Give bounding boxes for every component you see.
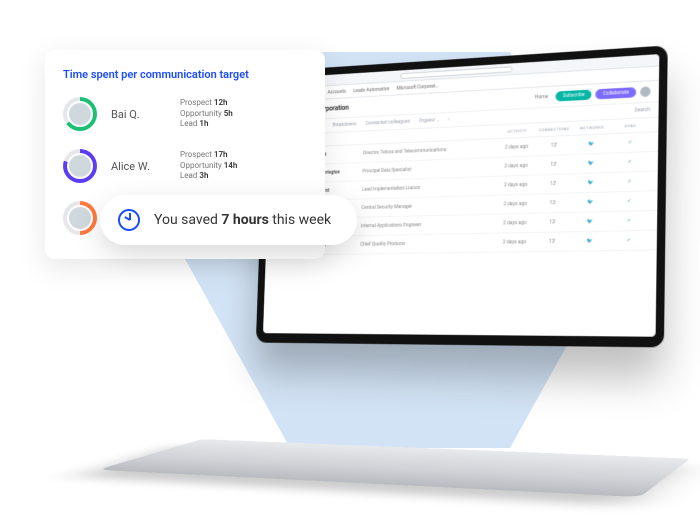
comm-row: Alice W. Prospect 17hOpportunity 14hLead …	[63, 149, 307, 183]
tab-accounts[interactable]: Accounts	[328, 88, 347, 95]
comm-name: Bai Q.	[111, 108, 166, 121]
subtab-colleagues[interactable]: Connected colleagues	[365, 119, 410, 127]
subscribe-button[interactable]: Subscribe	[556, 90, 592, 102]
comm-stats: Prospect 12hOpportunity 5hLead 1h	[180, 98, 233, 129]
row-role: Lead Implementation Liaison	[362, 183, 497, 193]
avatar[interactable]	[640, 86, 650, 97]
row-activity: 2 days ago	[498, 143, 535, 150]
collaborate-button[interactable]: Collaborate	[596, 87, 636, 99]
comm-row: Bai Q. Prospect 12hOpportunity 5hLead 1h	[63, 97, 307, 131]
search-input[interactable]: Search	[634, 107, 650, 114]
subtab-organiz[interactable]: Organiz...	[419, 117, 439, 124]
col-networks: NETWORKS	[573, 124, 611, 131]
twitter-icon: 🐦	[572, 179, 610, 186]
row-connections: 12	[535, 142, 573, 150]
row-role: Principal Data Specialist	[362, 164, 497, 175]
laptop-keyboard	[98, 439, 691, 497]
check-icon: ✓	[610, 178, 649, 185]
comm-stats: Prospect 17hOpportunity 14hLead 3h	[180, 150, 237, 181]
row-activity: 2 days ago	[497, 182, 534, 189]
avatar-ring	[63, 149, 97, 183]
twitter-icon: 🐦	[572, 140, 610, 148]
saved-hours-pill: You saved 7 hours this week	[100, 195, 357, 245]
avatar-ring	[63, 201, 97, 235]
check-icon: ✓	[609, 237, 648, 244]
twitter-icon: 🐦	[572, 160, 610, 167]
row-role: Central Security Manager	[361, 202, 497, 211]
avatar	[67, 101, 93, 127]
avatar	[67, 205, 93, 231]
row-role: Director, Telcos and Telecommunications	[363, 145, 498, 156]
row-activity: 2 days ago	[498, 162, 535, 169]
row-activity: 2 days ago	[496, 239, 533, 246]
subtab-breakdowns[interactable]: Breakdowns	[332, 121, 356, 128]
twitter-icon: 🐦	[571, 199, 610, 206]
home-link[interactable]: Home	[535, 94, 548, 101]
clock-icon	[118, 209, 140, 231]
col-sync: SYNC	[611, 122, 650, 129]
check-icon: ✓	[610, 158, 649, 166]
row-connections: 12	[533, 238, 571, 245]
row-connections: 12	[534, 161, 572, 168]
saved-text: You saved 7 hours this week	[154, 212, 331, 228]
row-role: Chief Quality Producer	[360, 240, 496, 248]
col-connections: CONNECTIONS	[535, 126, 573, 133]
row-connections: 12	[534, 180, 572, 187]
tab-leads[interactable]: Leads Automation	[353, 86, 389, 94]
twitter-icon: 🐦	[571, 218, 610, 225]
comm-card-title: Time spent per communication target	[63, 68, 307, 81]
row-role: Internal Applications Engineer	[361, 221, 497, 230]
row-activity: 2 days ago	[496, 220, 533, 227]
check-icon: ✓	[609, 217, 648, 224]
avatar	[67, 153, 93, 179]
chevron-right-icon[interactable]: ›	[448, 117, 450, 123]
twitter-icon: 🐦	[571, 238, 610, 245]
check-icon: ✓	[611, 139, 650, 147]
row-connections: 12	[534, 200, 572, 207]
check-icon: ✓	[610, 198, 649, 205]
row-activity: 2 days ago	[497, 201, 534, 208]
col-activity: ACTIVITY	[498, 127, 535, 134]
avatar-ring	[63, 97, 97, 131]
tab-microsoft[interactable]: Microsoft Corporat...	[397, 83, 439, 91]
comm-name: Alice W.	[111, 160, 166, 173]
row-connections: 12	[533, 219, 571, 226]
